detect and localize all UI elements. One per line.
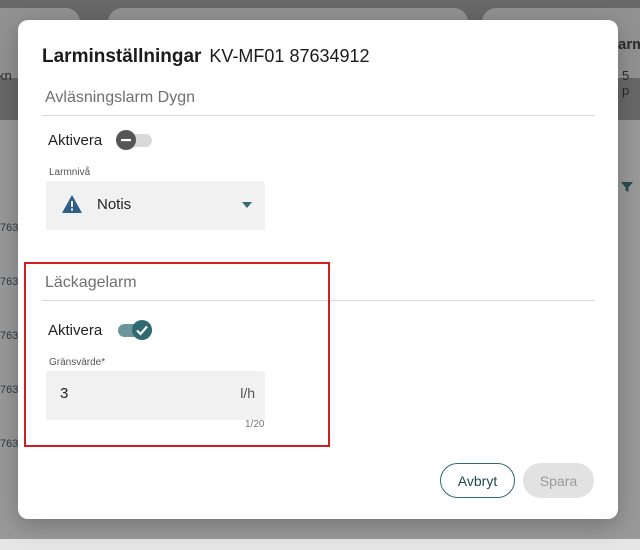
alarm-level-label: Larmnivå [49, 167, 91, 178]
dialog-title: Larminställningar [42, 46, 202, 67]
alarm-level-select[interactable]: Notis [46, 181, 265, 230]
alarm-level-value: Notis [97, 196, 132, 213]
leak-alarm-highlight-frame [24, 262, 330, 447]
toggle-knob [116, 130, 137, 150]
warning-icon [62, 195, 82, 213]
daily-alarm-toggle-label: Aktivera [48, 131, 103, 149]
daily-alarm-section-title: Avläsningslarm Dygn [45, 89, 195, 106]
dialog-header: Larminställningar KV-MF01 87634912 [42, 46, 370, 68]
dialog-subtitle: KV-MF01 87634912 [209, 46, 370, 66]
cancel-button[interactable]: Avbryt [440, 463, 515, 498]
save-button[interactable]: Spara [523, 463, 594, 498]
daily-alarm-toggle-row: Aktivera [48, 130, 153, 150]
section-divider [42, 115, 595, 116]
chevron-down-icon [242, 202, 252, 208]
minus-icon [121, 139, 132, 142]
daily-alarm-toggle[interactable] [116, 130, 153, 150]
